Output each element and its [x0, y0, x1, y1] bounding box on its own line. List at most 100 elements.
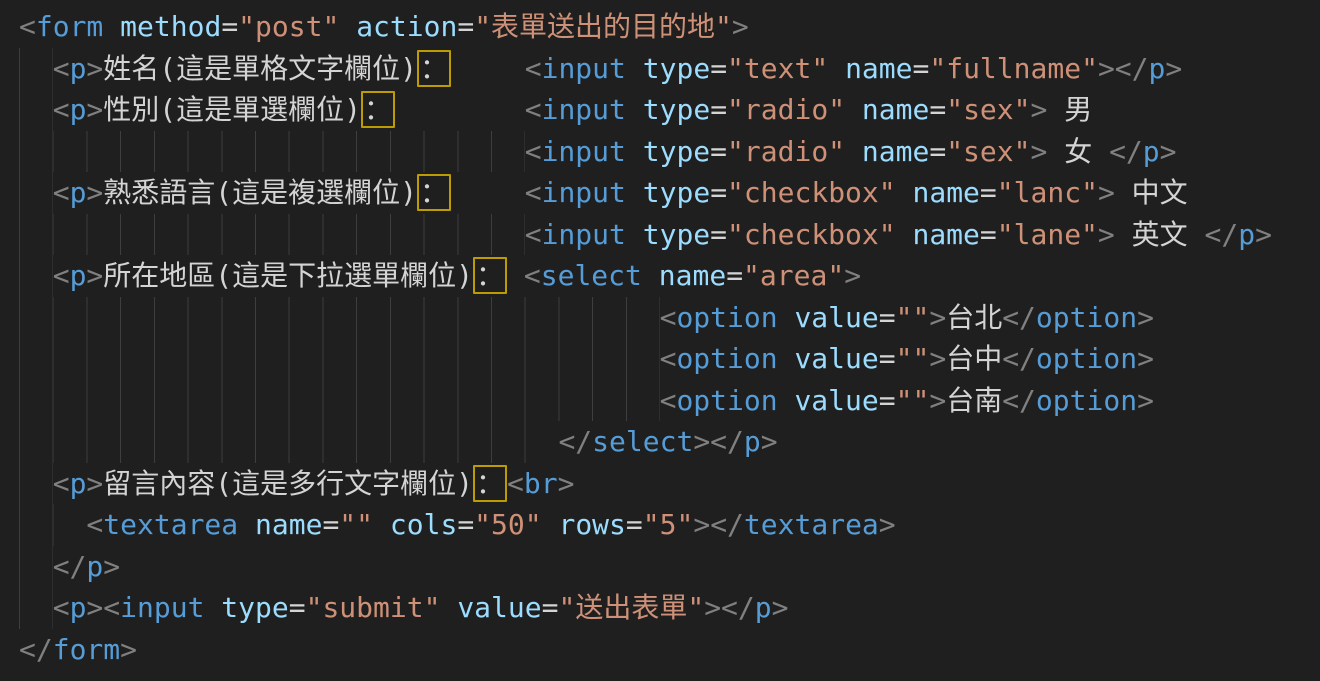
code-token: > — [929, 384, 946, 417]
code-token-string: "" — [896, 384, 930, 417]
code-token: < — [660, 342, 677, 375]
code-token: > — [86, 591, 103, 624]
code-token: > — [1098, 176, 1115, 209]
unicode-highlight-box: ： — [361, 91, 395, 128]
code-token: 姓名(這是單格文字欄位) — [103, 52, 417, 85]
code-token: = — [879, 384, 896, 417]
code-token-attribute: value — [794, 342, 878, 375]
code-token: </ — [710, 508, 744, 541]
code-token-string: "" — [896, 342, 930, 375]
code-line[interactable]: <p>性別(這是單選欄位)： <input type="radio" name=… — [19, 89, 1320, 131]
code-token: </ — [710, 425, 744, 458]
code-token-tag: select — [592, 425, 693, 458]
code-token: > — [1031, 93, 1048, 126]
code-token: 中文 — [1115, 176, 1188, 209]
code-line[interactable]: <input type="radio" name="sex"> 女 </p> — [19, 131, 1320, 173]
code-token: </ — [721, 591, 755, 624]
indent-guides — [19, 338, 660, 380]
indent-guides — [19, 255, 53, 297]
code-line[interactable]: <textarea name="" cols="50" rows="5"></t… — [19, 504, 1320, 546]
code-token-tag: p — [70, 176, 87, 209]
code-token — [778, 301, 795, 334]
code-line[interactable]: </p> — [19, 546, 1320, 588]
code-token-tag: p — [1149, 52, 1166, 85]
code-token-tag: p — [70, 467, 87, 500]
code-line[interactable]: </select></p> — [19, 421, 1320, 463]
indent-guides — [19, 587, 53, 629]
code-token: < — [525, 135, 542, 168]
code-line[interactable]: <option value="">台北</option> — [19, 297, 1320, 339]
code-token: > — [879, 508, 896, 541]
code-token: </ — [1002, 384, 1036, 417]
code-token: > — [1098, 218, 1115, 251]
code-token-string: "area" — [743, 259, 844, 292]
code-line[interactable]: </form> — [19, 629, 1320, 671]
code-token — [828, 52, 845, 85]
code-token: < — [525, 93, 542, 126]
code-token — [373, 508, 390, 541]
code-token: < — [53, 467, 70, 500]
code-token: </ — [1205, 218, 1239, 251]
code-token — [896, 176, 913, 209]
code-line[interactable]: <input type="checkbox" name="lane"> 英文 <… — [19, 214, 1320, 256]
code-token — [451, 176, 525, 209]
code-token-attribute: type — [643, 93, 710, 126]
code-line[interactable]: <p><input type="submit" value="送出表單"></p… — [19, 587, 1320, 629]
code-line[interactable]: <p>熟悉語言(這是複選欄位)： <input type="checkbox" … — [19, 172, 1320, 214]
code-token: > — [86, 259, 103, 292]
code-token-tag: option — [676, 342, 777, 375]
code-token: < — [53, 176, 70, 209]
code-token-string: "sex" — [946, 93, 1030, 126]
code-token: = — [221, 10, 238, 43]
code-token-tag: br — [524, 467, 558, 500]
code-token: = — [710, 176, 727, 209]
code-token: 女 — [1047, 135, 1109, 168]
code-token-attribute: rows — [558, 508, 625, 541]
code-token: = — [457, 508, 474, 541]
code-line[interactable]: <p>姓名(這是單格文字欄位)： <input type="text" name… — [19, 48, 1320, 90]
code-token: > — [86, 52, 103, 85]
code-token-attribute: name — [862, 93, 929, 126]
code-token-tag: p — [1143, 135, 1160, 168]
indent-guides — [19, 89, 53, 131]
code-token: = — [879, 301, 896, 334]
code-token-string: "5" — [643, 508, 694, 541]
code-token: < — [660, 384, 677, 417]
code-token-tag: p — [70, 93, 87, 126]
code-token — [845, 135, 862, 168]
code-token-attribute: type — [643, 176, 710, 209]
code-token-attribute: type — [643, 135, 710, 168]
code-token: < — [524, 259, 541, 292]
code-line[interactable]: <option value="">台南</option> — [19, 380, 1320, 422]
code-token: < — [53, 259, 70, 292]
code-token: > — [929, 301, 946, 334]
code-token: = — [710, 218, 727, 251]
code-token-string: "checkbox" — [727, 176, 896, 209]
code-editor-area[interactable]: <form method="post" action="表單送出的目的地"><p… — [0, 0, 1320, 681]
code-token — [778, 384, 795, 417]
code-line[interactable]: <p>所在地區(這是下拉選單欄位)： <select name="area"> — [19, 255, 1320, 297]
code-token: </ — [1002, 342, 1036, 375]
indent-guides — [19, 504, 86, 546]
code-token — [204, 591, 221, 624]
code-token-string: "送出表單" — [558, 591, 704, 624]
code-token-string: "sex" — [946, 135, 1030, 168]
code-line[interactable]: <p>留言內容(這是多行文字欄位)：<br> — [19, 463, 1320, 505]
code-line[interactable]: <option value="">台中</option> — [19, 338, 1320, 380]
code-token: 留言內容(這是多行文字欄位) — [103, 467, 473, 500]
code-token: > — [761, 425, 778, 458]
code-token: > — [772, 591, 789, 624]
code-token — [845, 93, 862, 126]
code-token-string: "submit" — [306, 591, 441, 624]
code-token-tag: input — [542, 135, 626, 168]
code-token-tag: input — [542, 93, 626, 126]
code-token: > — [844, 259, 861, 292]
code-line[interactable]: <form method="post" action="表單送出的目的地"> — [19, 6, 1320, 48]
code-token: > — [1137, 342, 1154, 375]
code-token: > — [1031, 135, 1048, 168]
code-token: > — [86, 467, 103, 500]
code-token-tag: input — [542, 52, 626, 85]
code-token: </ — [558, 425, 592, 458]
code-token — [626, 218, 643, 251]
code-token — [440, 591, 457, 624]
